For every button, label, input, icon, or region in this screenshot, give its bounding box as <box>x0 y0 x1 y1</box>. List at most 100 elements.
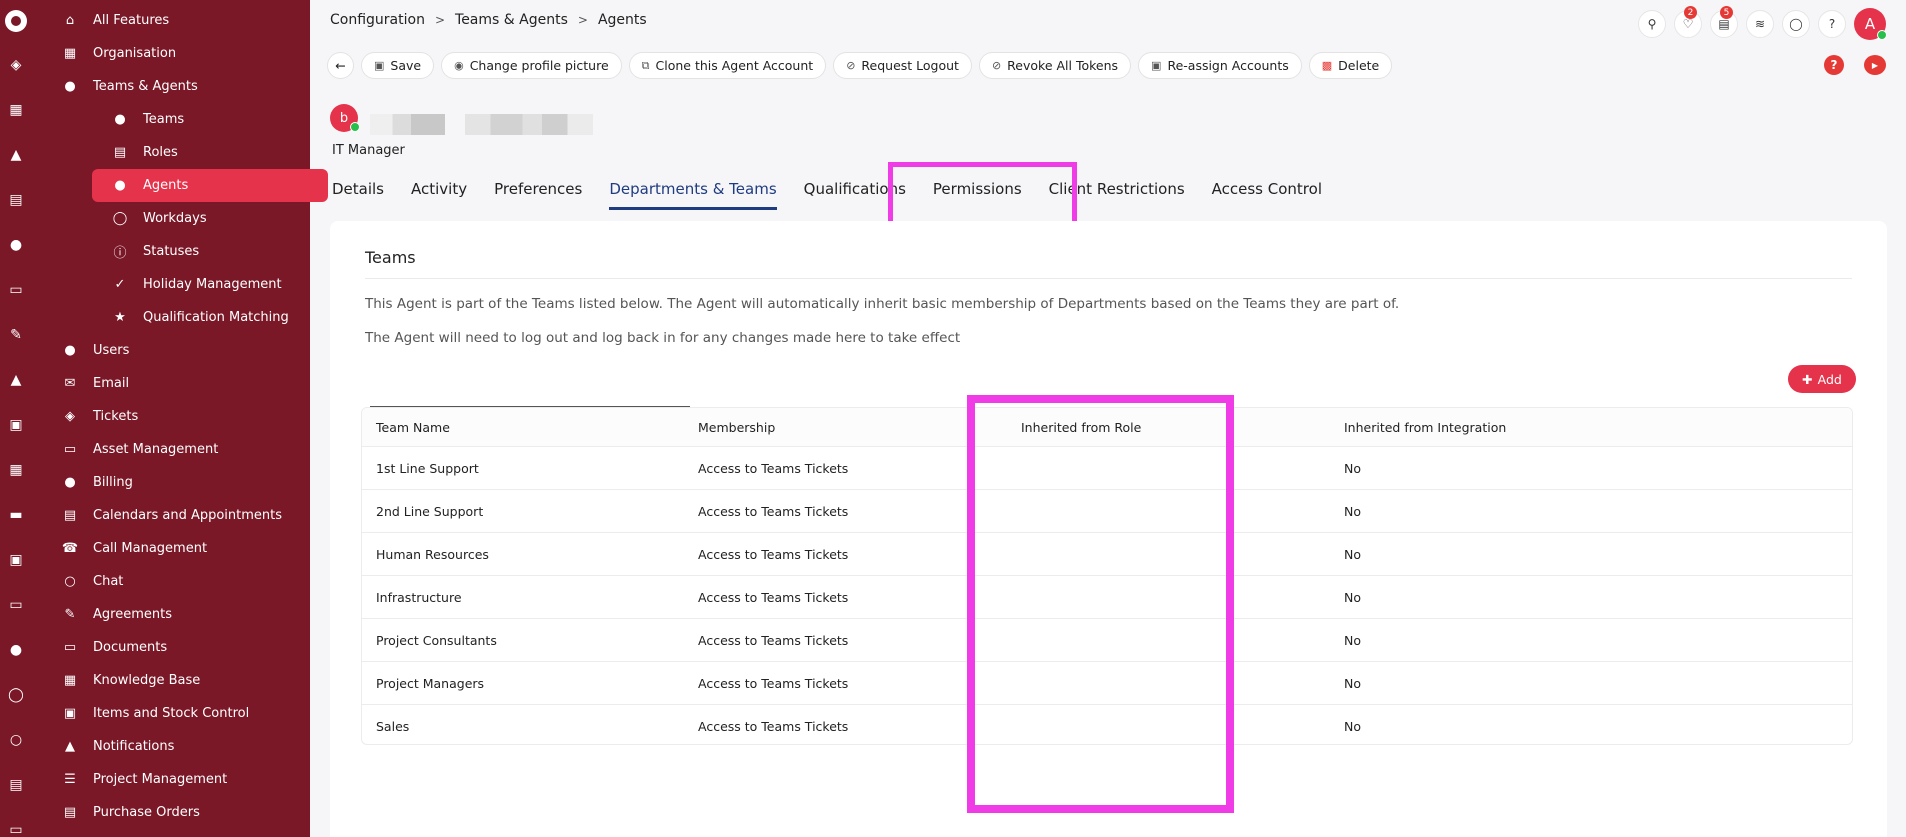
back-button[interactable]: ← <box>327 52 354 79</box>
sidebar-item-tickets[interactable]: ◈ Tickets <box>60 400 300 433</box>
bell-icon[interactable]: ♡ 2 <box>1674 6 1702 38</box>
sitemap-icon[interactable]: ▦ <box>7 101 25 119</box>
box-icon[interactable]: ▣ <box>7 416 25 434</box>
membership-cell[interactable]: Access to Teams Tickets <box>685 676 1008 691</box>
header-team-name[interactable]: Team Name <box>362 420 685 435</box>
report-icon[interactable]: ▤ <box>7 776 25 794</box>
ticket-icon: ◈ <box>65 409 75 424</box>
icon-rail: ◈ ▦ ▲ ▤ ● ▭ ✎ ▲ ▣ ▦ ▬ ▣ ▭ ● ◯ ○ ▤ ▭ <box>0 0 32 837</box>
sidebar-item-teams-agents[interactable]: ● Teams & Agents <box>60 70 300 103</box>
inherited-integration-cell: No <box>1344 589 1361 605</box>
chevron-right-icon: > <box>434 13 446 27</box>
sidebar-item-roles[interactable]: ▤ Roles <box>110 136 300 169</box>
team-name-cell: Project Managers <box>376 675 485 691</box>
user-icon[interactable]: ● <box>7 236 25 254</box>
breadcrumb-teams-agents[interactable]: Teams & Agents <box>455 12 568 28</box>
sidebar-item-items-stock[interactable]: ▣ Items and Stock Control <box>60 697 300 730</box>
tab-preferences[interactable]: Preferences <box>494 180 609 204</box>
sidebar-item-label: Qualification Matching <box>143 310 289 325</box>
breadcrumb-configuration[interactable]: Configuration <box>330 12 425 28</box>
header-membership[interactable]: Membership <box>685 420 1008 435</box>
rss-icon[interactable]: ≋ <box>1746 10 1774 38</box>
book-icon: ▦ <box>63 673 77 688</box>
sidebar-item-calendars[interactable]: ▤ Calendars and Appointments <box>60 499 300 532</box>
sidebar-item-users[interactable]: ● Users <box>60 334 300 367</box>
reassign-accounts-button[interactable]: ▣ Re-assign Accounts <box>1138 52 1302 79</box>
sidebar-item-all-features[interactable]: ⌂ All Features <box>60 4 300 37</box>
sidebar-item-organisation[interactable]: ▦ Organisation <box>60 37 300 70</box>
sidebar-item-asset-management[interactable]: ▭ Asset Management <box>60 433 300 466</box>
cube-icon[interactable]: ▣ <box>7 551 25 569</box>
chart-icon[interactable]: ▲ <box>7 146 25 164</box>
sidebar-item-chat[interactable]: ○ Chat <box>60 565 300 598</box>
monitor-icon[interactable]: ▭ <box>7 821 25 837</box>
sidebar-item-label: Items and Stock Control <box>93 706 250 721</box>
sidebar-item-teams[interactable]: ● Teams <box>110 103 300 136</box>
sidebar-item-agents[interactable]: ● Agents <box>92 169 328 202</box>
search-icon[interactable]: ⚲ <box>1638 10 1666 38</box>
medal-icon: ★ <box>114 310 126 325</box>
clock-icon[interactable]: ◯ <box>1782 10 1810 38</box>
sidebar-item-agreements[interactable]: ✎ Agreements <box>60 598 300 631</box>
request-logout-button[interactable]: ⊘ Request Logout <box>833 52 972 79</box>
sidebar-item-holiday-management[interactable]: ✓ Holiday Management <box>110 268 300 301</box>
sidebar-item-workdays[interactable]: ◯ Workdays <box>110 202 300 235</box>
membership-cell[interactable]: Access to Teams Tickets <box>685 590 1008 605</box>
agent-avatar[interactable]: b <box>330 104 360 132</box>
thumbs-up-icon[interactable]: ▲ <box>7 371 25 389</box>
sidebar-item-label: Documents <box>93 640 168 655</box>
add-team-button[interactable]: ✚ Add <box>1788 365 1856 393</box>
save-button[interactable]: ▣ Save <box>361 52 435 79</box>
logo-icon[interactable] <box>5 10 27 32</box>
book-icon[interactable]: ▦ <box>7 461 25 479</box>
team-name-cell: Project Consultants <box>376 632 497 648</box>
membership-cell[interactable]: Access to Teams Tickets <box>685 633 1008 648</box>
revoke-tokens-button[interactable]: ⊘ Revoke All Tokens <box>978 52 1132 79</box>
user-avatar[interactable]: A <box>1854 8 1887 40</box>
sidebar-item-call-management[interactable]: ☎ Call Management <box>60 532 300 565</box>
tab-activity[interactable]: Activity <box>411 180 494 204</box>
tab-access-control[interactable]: Access Control <box>1212 180 1349 204</box>
sidebar-item-knowledge-base[interactable]: ▦ Knowledge Base <box>60 664 300 697</box>
tab-departments-teams[interactable]: Departments & Teams <box>609 180 803 210</box>
sidebar-item-label: Statuses <box>143 244 200 259</box>
document-icon[interactable]: ▭ <box>7 596 25 614</box>
header-inherited-integration[interactable]: Inherited from Integration <box>1331 420 1731 435</box>
ban-icon: ⊘ <box>991 59 1002 72</box>
ban-icon: ⊘ <box>846 59 856 72</box>
sidebar-item-qualification-matching[interactable]: ★ Qualification Matching <box>110 301 300 334</box>
edit-icon[interactable]: ✎ <box>7 326 25 344</box>
delete-button[interactable]: ▩ Delete <box>1308 52 1393 79</box>
help-circle-icon[interactable]: ? <box>1824 55 1844 75</box>
sidebar-item-billing[interactable]: ● Billing <box>60 466 300 499</box>
truck-icon[interactable]: ▬ <box>7 506 25 524</box>
membership-cell[interactable]: Access to Teams Tickets <box>685 504 1008 519</box>
sidebar-item-purchase-orders[interactable]: ▤ Purchase Orders <box>60 796 300 829</box>
change-profile-picture-button[interactable]: ◉ Change profile picture <box>441 52 622 79</box>
sidebar-item-project-management[interactable]: ☰ Project Management <box>60 763 300 796</box>
card-title: Teams <box>365 248 416 267</box>
laptop-icon[interactable]: ▭ <box>7 281 25 299</box>
search-icon[interactable]: ○ <box>7 731 25 749</box>
help-icon[interactable]: ? <box>1818 10 1846 38</box>
tag-icon[interactable]: ◈ <box>7 56 25 74</box>
calendar-icon[interactable]: ▤ <box>7 191 25 209</box>
sidebar-item-email[interactable]: ✉ Email <box>60 367 300 400</box>
clock-icon[interactable]: ◯ <box>7 686 25 704</box>
sidebar-item-notifications[interactable]: ▲ Notifications <box>60 730 300 763</box>
clone-agent-button[interactable]: ⧉ Clone this Agent Account <box>628 52 827 79</box>
money-bag-icon: ● <box>64 475 76 490</box>
clipboard-icon[interactable]: ▤ 5 <box>1710 6 1738 38</box>
tab-details[interactable]: Details <box>332 180 411 204</box>
sidebar-item-documents[interactable]: ▭ Documents <box>60 631 300 664</box>
inherited-integration-cell: No <box>1344 503 1361 519</box>
inherited-integration-cell: No <box>1344 546 1361 562</box>
sidebar-item-statuses[interactable]: ⓘ Statuses <box>110 235 300 268</box>
money-icon[interactable]: ● <box>7 641 25 659</box>
sidebar-item-label: Users <box>93 343 130 358</box>
membership-cell[interactable]: Access to Teams Tickets <box>685 461 1008 476</box>
membership-cell[interactable]: Access to Teams Tickets <box>685 719 1008 734</box>
membership-cell[interactable]: Access to Teams Tickets <box>685 547 1008 562</box>
youtube-icon[interactable]: ▶ <box>1864 55 1886 75</box>
highlight-box-tab <box>888 162 1077 229</box>
